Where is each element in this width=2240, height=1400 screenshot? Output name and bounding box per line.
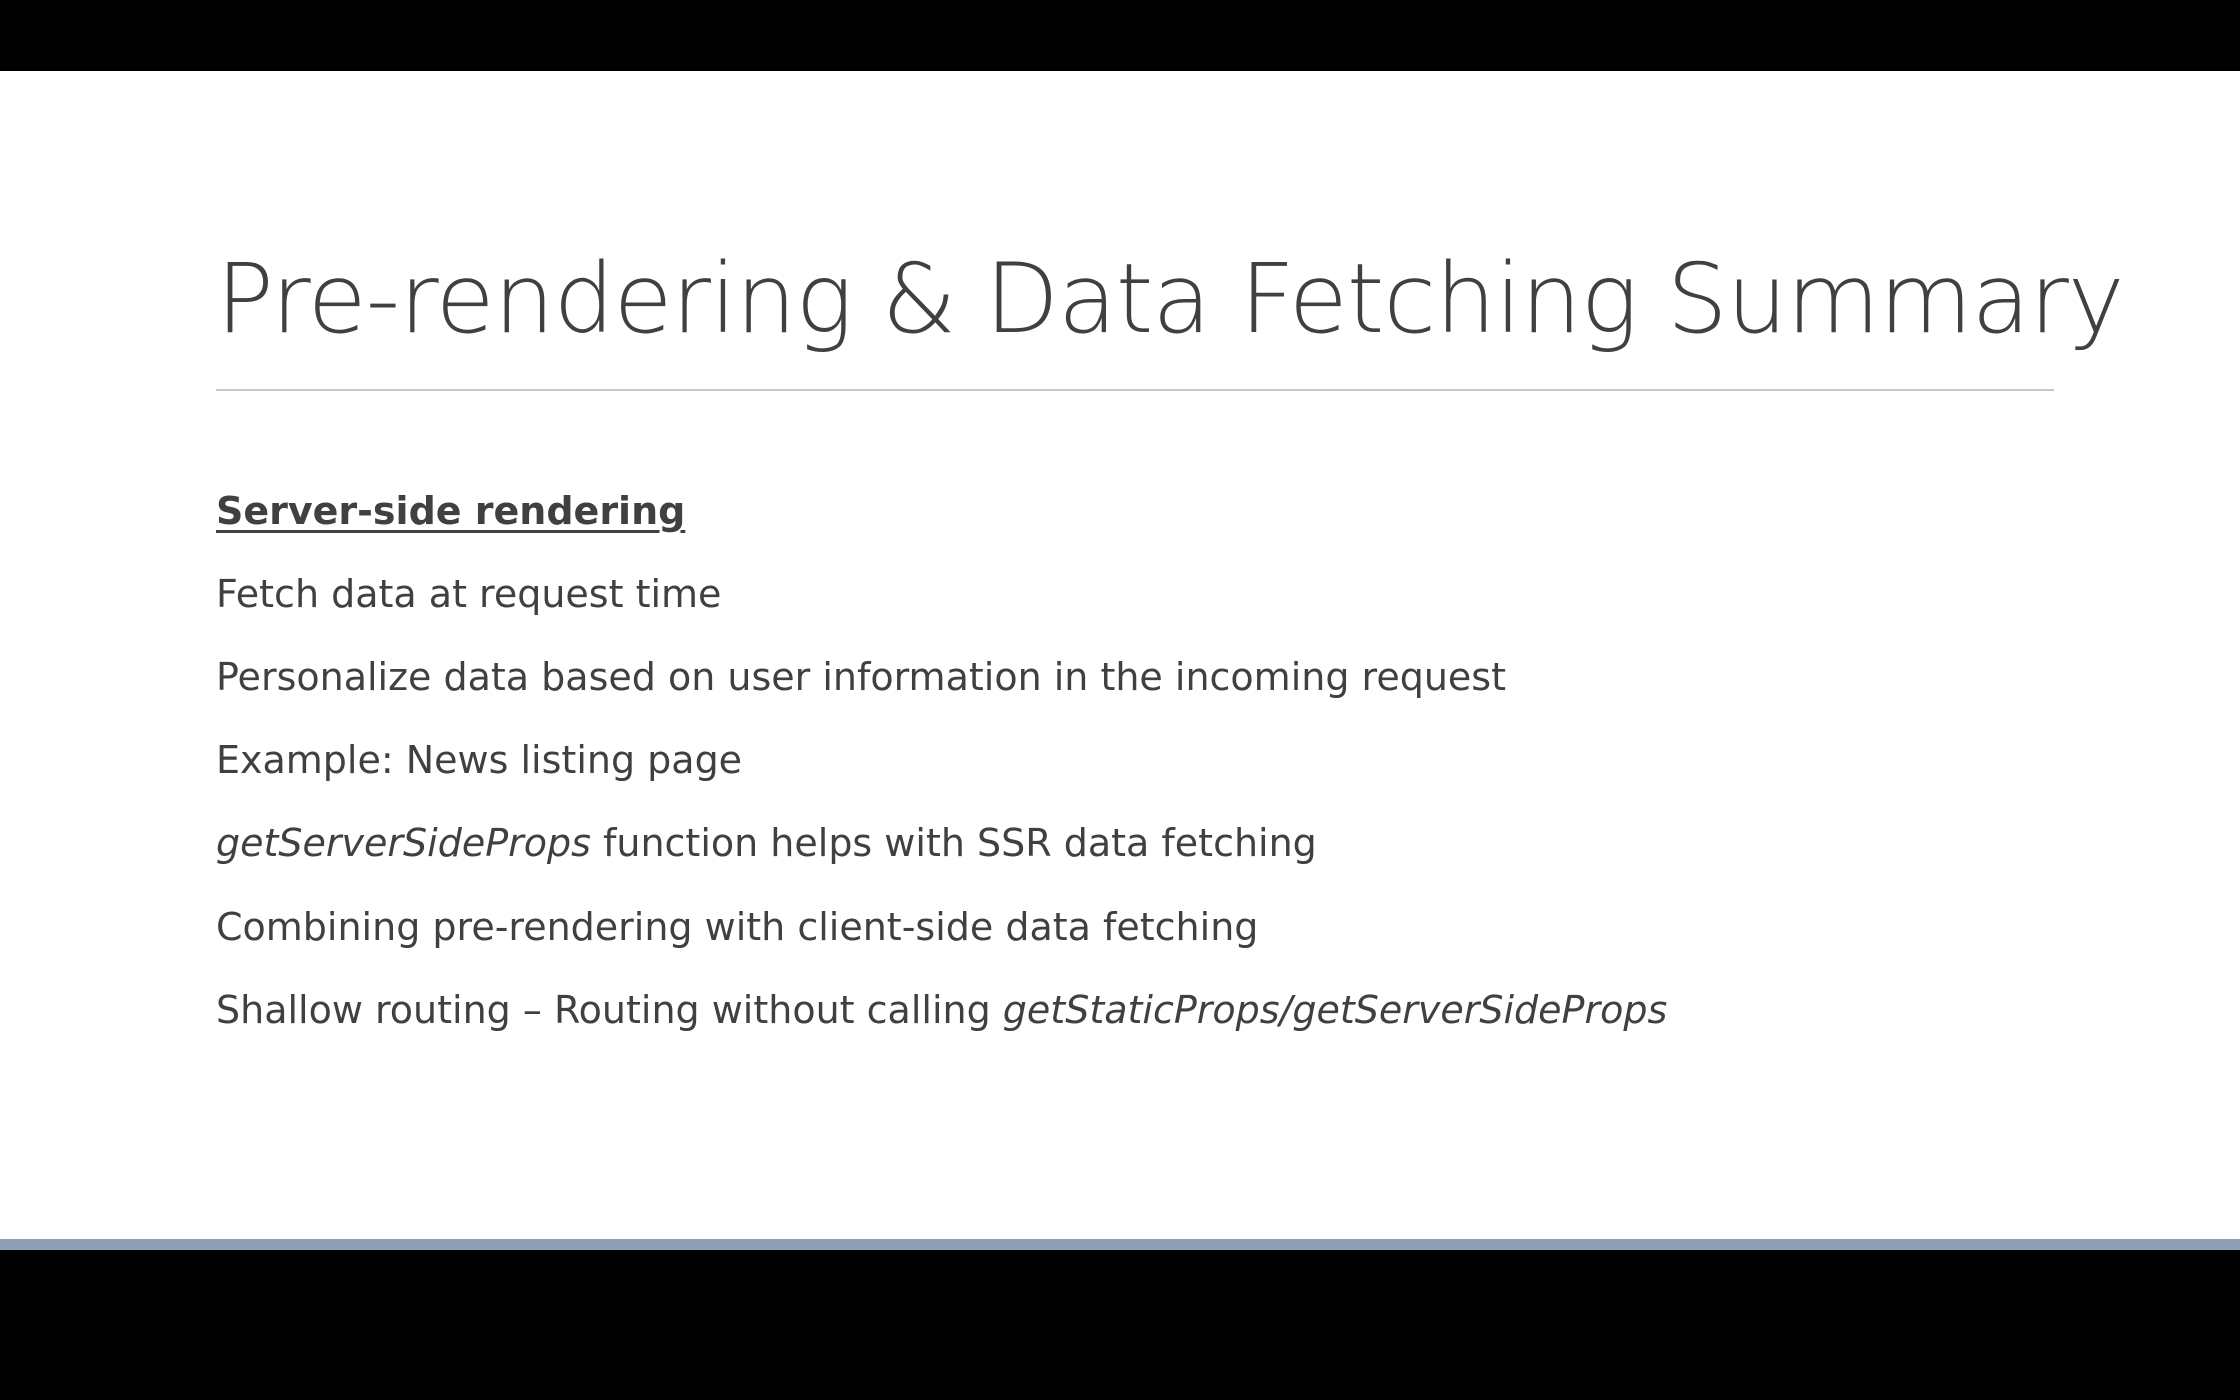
bullet-line-1: Fetch data at request time — [216, 572, 722, 616]
bullet-line-3: Example: News listing page — [216, 738, 743, 782]
title-divider — [216, 389, 2054, 391]
slide-title: Pre-rendering & Data Fetching Summary — [216, 243, 2125, 355]
bullet-line-2: Personalize data based on user informati… — [216, 655, 1506, 699]
slide-bottom-accent-bar — [0, 1239, 2240, 1250]
slide: Pre-rendering & Data Fetching Summary Se… — [0, 71, 2240, 1239]
bullet-line-4: getServerSideProps function helps with S… — [216, 821, 1317, 867]
bullet-line-6-text: Shallow routing – Routing without callin… — [216, 988, 1003, 1032]
code-term-getserversideprops: getServerSideProps — [216, 821, 591, 865]
section-heading: Server-side rendering — [216, 489, 686, 533]
code-term-static-server-props: getStaticProps/getServerSideProps — [1002, 988, 1668, 1032]
bullet-line-6: Shallow routing – Routing without callin… — [216, 988, 1667, 1034]
bullet-line-4-text: function helps with SSR data fetching — [590, 821, 1317, 865]
bullet-line-5: Combining pre-rendering with client-side… — [216, 905, 1259, 949]
presentation-screen: Pre-rendering & Data Fetching Summary Se… — [0, 0, 2240, 1400]
